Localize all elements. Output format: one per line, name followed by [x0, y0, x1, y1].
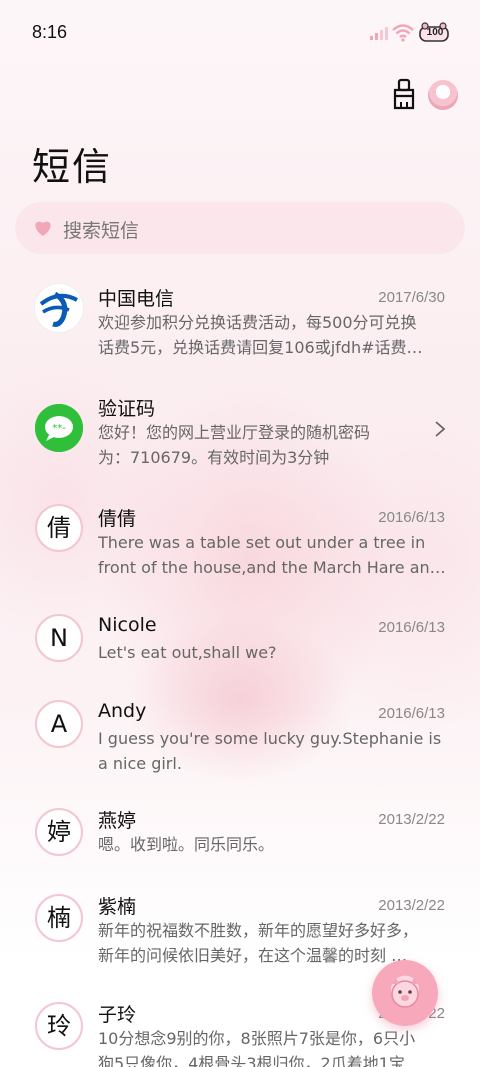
thread-preview: There was a table set out under a tree i… — [98, 533, 446, 577]
thread-name: 燕婷 — [98, 810, 137, 832]
svg-text:**-: **- — [52, 423, 66, 434]
thread-name: 中国电信 — [98, 288, 175, 310]
wifi-icon — [392, 24, 414, 42]
fab-icon — [391, 978, 419, 1008]
contact-avatar: 玲 — [35, 1002, 83, 1050]
thread-preview: I guess you're some lucky guy.Stephanie … — [98, 729, 442, 773]
list-item-nicole[interactable]: N Nicole 2016/6/13 Let's eat out,shall w… — [0, 600, 480, 686]
signal-icon — [370, 27, 388, 40]
contact-avatar: N — [35, 614, 83, 662]
thread-date: 2016/6/13 — [378, 705, 445, 722]
brush-icon[interactable] — [390, 78, 418, 110]
thread-date: 2016/6/13 — [378, 509, 445, 526]
contact-avatar: 婷 — [35, 808, 83, 856]
thread-name: 子玲 — [98, 1004, 137, 1026]
page-title: 短信 — [32, 145, 113, 189]
battery-level: 100 — [426, 27, 444, 38]
theme-avatar[interactable] — [428, 80, 458, 110]
search-placeholder: 搜索短信 — [63, 220, 140, 242]
list-item-verification-code[interactable]: **- 验证码 您好！您的网上营业厅登录的随机密码 为：710679。有效时间为… — [0, 380, 480, 490]
thread-date: 2013/2/22 — [378, 897, 445, 914]
chevron-right-icon — [435, 421, 446, 437]
heart-icon — [35, 221, 51, 236]
thread-date: 2017/6/30 — [378, 289, 445, 306]
contact-avatar: 倩 — [35, 504, 83, 552]
thread-preview: 您好！您的网上营业厅登录的随机密码 为：710679。有效时间为3分钟 — [98, 423, 371, 467]
thread-name: Nicole — [98, 614, 157, 636]
contact-avatar: 楠 — [35, 894, 83, 942]
thread-date: 2013/2/22 — [378, 811, 445, 828]
telecom-logo-icon — [35, 284, 83, 332]
thread-preview: 嗯。收到啦。同乐同乐。 — [98, 835, 275, 854]
message-icon: **- — [35, 404, 83, 452]
thread-preview: Let's eat out,shall we? — [98, 643, 277, 662]
thread-preview: 欢迎参加积分兑换话费活动，每500分可兑换 话费5元，兑换话费请回复106或jf… — [98, 313, 423, 357]
thread-name: 紫楠 — [98, 896, 137, 918]
list-item-andy[interactable]: A Andy 2016/6/13 I guess you're some luc… — [0, 686, 480, 796]
contact-avatar: A — [35, 700, 83, 748]
status-time: 8:16 — [32, 22, 68, 42]
compose-button[interactable] — [372, 960, 438, 1026]
thread-preview: 10分想念9别的你，8张照片7张是你，6只小 狗5只像你，4根骨头3根归你，2爪… — [98, 1029, 416, 1067]
thread-date: 2016/6/13 — [378, 619, 445, 636]
list-item-china-telecom[interactable]: 中国电信 2017/6/30 欢迎参加积分兑换话费活动，每500分可兑换 话费5… — [0, 270, 480, 380]
thread-name: Andy — [98, 700, 147, 722]
thread-name: 倩倩 — [98, 508, 137, 530]
list-item-yanting[interactable]: 婷 燕婷 2013/2/22 嗯。收到啦。同乐同乐。 — [0, 796, 480, 890]
battery-icon: 100 — [418, 22, 452, 44]
list-item-qianqian[interactable]: 倩 倩倩 2016/6/13 There was a table set out… — [0, 490, 480, 600]
status-bar: 8:16 100 — [0, 0, 480, 64]
thread-name: 验证码 — [98, 398, 156, 420]
search-input[interactable]: 搜索短信 — [15, 202, 465, 254]
